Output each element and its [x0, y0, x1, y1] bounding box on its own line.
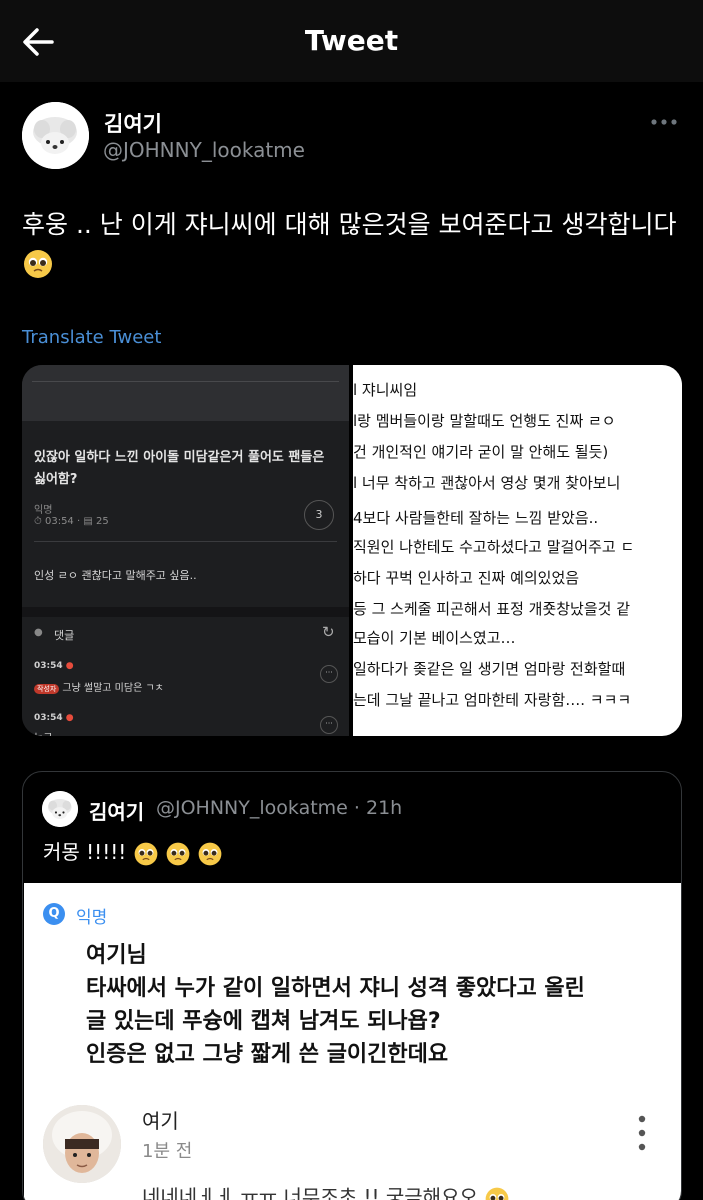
pleading-face-emoji-icon [198, 842, 222, 865]
tweet-media[interactable]: 있잖아 일하다 느낀 아이돌 미담같은거 풀어도 팬들은 싫어함? 익명 ⏱ 0… [22, 365, 682, 736]
quoted-tweet[interactable]: 김여기 @JOHNNY_lookatme · 21h 커몽 !!!!! Q 익명… [22, 771, 682, 1200]
dog-avatar-image [42, 791, 78, 827]
answer-body: 네네네ㅔㅔ ㅠㅠ 너무조초 !! 궁금해요오 [142, 1185, 478, 1200]
comment-more-icon: ··· [320, 665, 338, 683]
pleading-face-emoji-icon [166, 842, 190, 865]
more-vertical-icon [638, 1115, 646, 1151]
dog-avatar-image [22, 102, 89, 169]
quoted-media-card[interactable]: Q 익명 여기님 타싸에서 누가 같이 일하면서 쟈니 성격 좋았다고 올린 글… [24, 883, 681, 1200]
translate-tweet-link[interactable]: Translate Tweet [22, 327, 161, 348]
bell-icon: ● [34, 627, 43, 638]
pleading-face-emoji-icon [24, 250, 52, 278]
screenshot-comment-count: 3 [304, 500, 334, 530]
tweet-text: 후웅 .. 난 이게 쟈니씨에 대해 많은것을 보여준다고 생각합니다 [22, 206, 682, 282]
comment-time-text: 03:54 [34, 661, 63, 671]
screenshot-post-body: 인성 ㄹㅇ 괜찮다고 말해주고 싶음.. [34, 569, 197, 582]
screenshot-text-line: 하다 꾸벅 인사하고 진짜 예의있었음 [353, 569, 580, 587]
comment-time-text: 03:54 [34, 713, 63, 723]
answer-user-avatar [43, 1105, 121, 1183]
screenshot-comment-text: 누구 [34, 729, 52, 736]
question-line: 여기님 [86, 943, 147, 968]
question-text: 여기님 타싸에서 누가 같이 일하면서 쟈니 성격 좋았다고 올린 글 있는데 … [86, 939, 585, 1071]
screenshot-text-line: 는데 그날 끝나고 엄마한테 자랑함…. ㅋㅋㅋ [353, 691, 632, 709]
question-line: 타싸에서 누가 같이 일하면서 쟈니 성격 좋았다고 올린 [86, 976, 585, 1001]
red-dot-icon: ● [65, 713, 74, 723]
answer-user-name: 여기 [142, 1109, 179, 1133]
screenshot-comment-time: 03:54 ● [34, 661, 74, 671]
screenshot-text-line: l 너무 착하고 괜찮아서 영상 몇개 찾아보니 [353, 474, 621, 492]
screenshot-top-strip [22, 365, 349, 421]
pleading-face-emoji-icon [485, 1187, 509, 1200]
screenshot-meta: ⏱ 03:54 · ▤ 25 [34, 516, 109, 527]
screenshot-text-line: 4보다 사람들한테 잘하는 느낌 받았음.. [353, 509, 599, 527]
quoted-author-name: 김여기 [89, 800, 145, 824]
screenshot-text-line: 직원인 나한테도 수고하셨다고 말걸어주고 ㄷ [353, 538, 635, 556]
comment-text: 그냥 썰말고 미담은 ㄱㅊ [62, 683, 164, 694]
question-line: 글 있는데 푸슝에 캡쳐 남겨도 되나욥? [86, 1009, 441, 1034]
more-horizontal-icon[interactable] [649, 110, 679, 134]
media-image-right[interactable]: l 쟈니씨임 l랑 멤버들이랑 말할때도 언행도 진짜 ㄹㅇ 건 개인적인 얘기… [353, 365, 682, 736]
answer-time: 1분 전 [142, 1141, 193, 1162]
author-badge: 작성자 [34, 684, 60, 694]
user-photo-image [43, 1105, 121, 1183]
comment-more-icon: ··· [320, 716, 338, 734]
author-avatar[interactable] [22, 102, 89, 169]
screenshot-text-line: 건 개인적인 얘기라 굳이 말 안해도 될듯) [353, 443, 609, 461]
tweet-body: 후웅 .. 난 이게 쟈니씨에 대해 많은것을 보여준다고 생각합니다 [22, 210, 677, 239]
red-dot-icon: ● [65, 661, 74, 671]
quoted-tweet-text: 커몽 !!!!! [43, 836, 223, 867]
screenshot-author: 익명 [34, 505, 53, 516]
screenshot-comments-label: 댓글 [54, 629, 75, 642]
quoted-body: 커몽 !!!!! [43, 840, 127, 864]
screenshot-text-line: l랑 멤버들이랑 말할때도 언행도 진짜 ㄹㅇ [353, 412, 616, 430]
screenshot-comment-time: 03:54 ● [34, 713, 74, 723]
divider [34, 541, 337, 542]
answer-text: 네네네ㅔㅔ ㅠㅠ 너무조초 !! 궁금해요오 [142, 1181, 510, 1200]
quoted-author-handle-time: @JOHNNY_lookatme · 21h [156, 797, 403, 819]
q-badge-icon: Q [43, 903, 65, 925]
screenshot-text-line: 등 그 스케줄 피곤해서 표정 개죳창났을것 같 [353, 600, 631, 618]
divider [22, 607, 349, 617]
author-handle[interactable]: @JOHNNY_lookatme [103, 138, 305, 162]
screenshot-comment-text: 작성자 그냥 썰말고 미담은 ㄱㅊ [34, 679, 164, 694]
screenshot-text-line: 모습이 기본 베이스였고… [353, 629, 516, 647]
question-source: 익명 [76, 908, 108, 928]
screenshot-text-line: 일하다가 좆같은 일 생기면 엄마랑 전화할때 [353, 660, 626, 678]
author-name[interactable]: 김여기 [104, 108, 162, 138]
screenshot-post-title: 있잖아 일하다 느낀 아이돌 미담같은거 풀어도 팬들은 싫어함? [34, 450, 325, 487]
refresh-icon: ↻ [322, 623, 335, 641]
screenshot-text-line: l 쟈니씨임 [353, 381, 418, 399]
page-title: Tweet [304, 24, 399, 57]
pleading-face-emoji-icon [134, 842, 157, 865]
top-bar: Tweet [0, 0, 703, 82]
quoted-author-avatar [42, 791, 78, 827]
media-image-left[interactable]: 있잖아 일하다 느낀 아이돌 미담같은거 풀어도 팬들은 싫어함? 익명 ⏱ 0… [22, 365, 349, 736]
question-line: 인증은 없고 그냥 짧게 쓴 글이긴한데요 [86, 1042, 449, 1067]
